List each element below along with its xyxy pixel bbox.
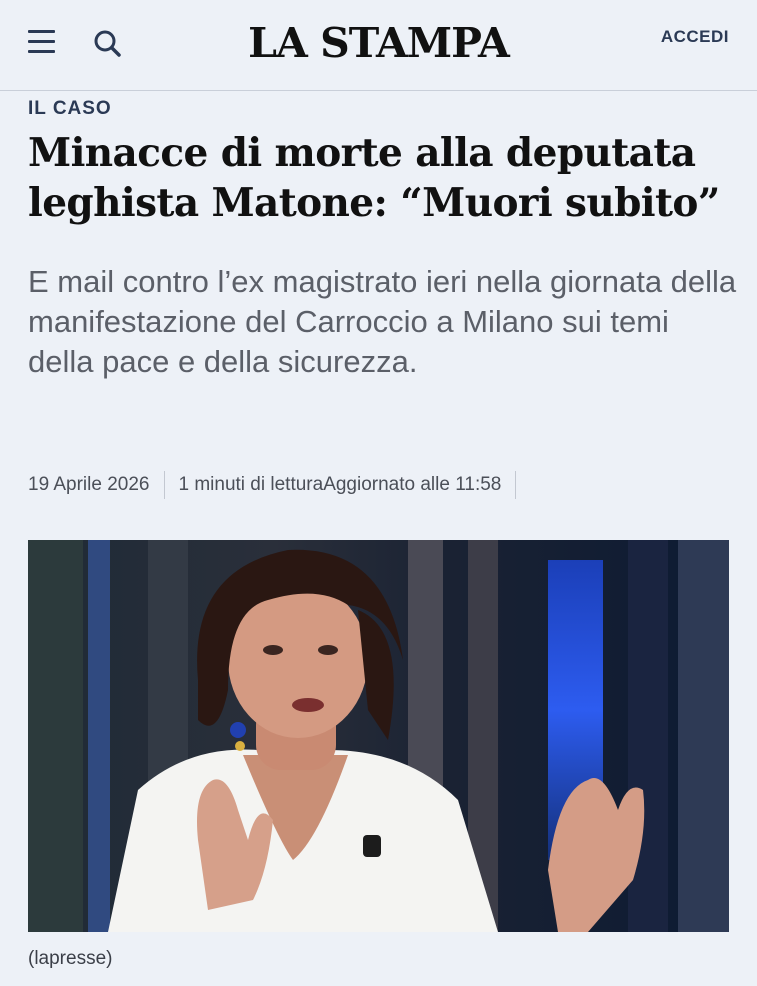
login-button[interactable]: ACCEDI xyxy=(661,27,729,47)
article-subtitle: E mail contro l’ex magistrato ieri nella… xyxy=(28,264,737,379)
meta-divider xyxy=(515,471,517,499)
site-logo[interactable]: LA STAMPA xyxy=(0,18,757,68)
reading-time: 1 minuti di lettura xyxy=(178,474,324,495)
publish-date: 19 Aprile 2026 xyxy=(28,474,150,495)
meta-divider xyxy=(163,471,165,499)
article-headline: Minacce di morte alla deputata leghista … xyxy=(28,130,720,226)
article-photo[interactable] xyxy=(28,540,729,932)
article-meta: 19 Aprile 2026 1 minuti di lettura Aggior… xyxy=(28,470,530,500)
article-kicker[interactable]: IL CASO xyxy=(28,98,112,120)
photo-caption: (lapresse) xyxy=(28,948,113,969)
top-bar: LA STAMPA ACCEDI xyxy=(0,0,757,91)
updated-time: Aggiornato alle 11:58 xyxy=(323,474,502,495)
